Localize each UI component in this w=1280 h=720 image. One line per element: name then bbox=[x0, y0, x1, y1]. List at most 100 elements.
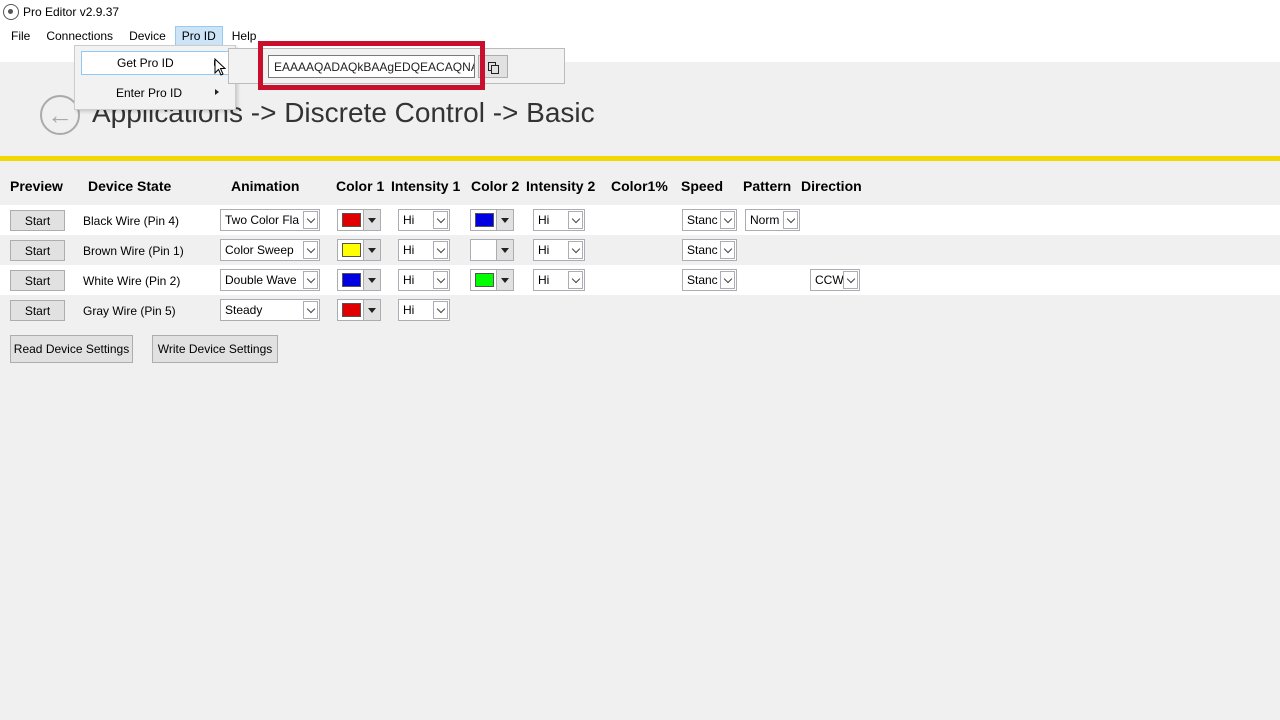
color1-swatch bbox=[342, 273, 361, 287]
color2-picker[interactable] bbox=[470, 209, 514, 231]
copy-icon bbox=[488, 61, 499, 74]
menu-device[interactable]: Device bbox=[122, 26, 173, 46]
animation-value: Color Sweep bbox=[225, 243, 294, 257]
intensity2-value: Hi bbox=[538, 273, 550, 287]
animation-value: Two Color Fla bbox=[225, 213, 300, 227]
write-device-settings-button[interactable]: Write Device Settings bbox=[152, 335, 278, 363]
color2-swatch bbox=[475, 243, 494, 257]
device-state-label: Brown Wire (Pin 1) bbox=[83, 244, 184, 258]
dropdown-arrow-icon bbox=[363, 300, 380, 320]
menu-connections[interactable]: Connections bbox=[39, 26, 120, 46]
menu-pro-id[interactable]: Pro ID bbox=[174, 26, 223, 46]
color2-picker[interactable] bbox=[470, 239, 514, 261]
start-button[interactable]: Start bbox=[10, 270, 65, 291]
chevron-down-icon bbox=[303, 301, 318, 319]
color2-picker[interactable] bbox=[470, 269, 514, 291]
color1-picker[interactable] bbox=[337, 299, 381, 321]
pro-id-dropdown: Get Pro ID Enter Pro ID bbox=[74, 45, 236, 110]
window-title: Pro Editor v2.9.37 bbox=[23, 5, 120, 19]
color1-swatch bbox=[342, 213, 361, 227]
color2-swatch bbox=[475, 213, 494, 227]
menu-item-label: Enter Pro ID bbox=[116, 86, 183, 100]
col-header-speed: Speed bbox=[681, 178, 724, 194]
start-button[interactable]: Start bbox=[10, 210, 65, 231]
intensity2-select[interactable]: Hi bbox=[533, 239, 585, 261]
col-header-intensity1: Intensity 1 bbox=[391, 178, 461, 194]
table-row-stripe bbox=[0, 265, 1280, 295]
chevron-down-icon bbox=[720, 271, 735, 289]
chevron-down-icon bbox=[433, 271, 448, 289]
direction-value: CCW bbox=[815, 273, 843, 287]
start-button[interactable]: Start bbox=[10, 300, 65, 321]
intensity1-value: Hi bbox=[403, 303, 415, 317]
device-state-label: Black Wire (Pin 4) bbox=[83, 214, 180, 228]
animation-select[interactable]: Double Wave bbox=[220, 269, 320, 291]
app-gear-icon bbox=[3, 4, 19, 20]
title-bar: Pro Editor v2.9.37 bbox=[0, 0, 1280, 24]
color1-picker[interactable] bbox=[337, 269, 381, 291]
menu-item-get-pro-id[interactable]: Get Pro ID bbox=[81, 51, 231, 75]
start-button[interactable]: Start bbox=[10, 240, 65, 261]
col-header-intensity2: Intensity 2 bbox=[526, 178, 596, 194]
intensity2-value: Hi bbox=[538, 213, 550, 227]
chevron-down-icon bbox=[433, 301, 448, 319]
dropdown-arrow-icon bbox=[363, 270, 380, 290]
color1-picker[interactable] bbox=[337, 239, 381, 261]
table-row-stripe bbox=[0, 205, 1280, 235]
menu-file[interactable]: File bbox=[4, 26, 37, 46]
intensity1-select[interactable]: Hi bbox=[398, 299, 450, 321]
copy-button[interactable] bbox=[478, 55, 508, 78]
intensity2-select[interactable]: Hi bbox=[533, 269, 585, 291]
intensity1-select[interactable]: Hi bbox=[398, 209, 450, 231]
intensity1-select[interactable]: Hi bbox=[398, 239, 450, 261]
chevron-down-icon bbox=[303, 241, 318, 259]
chevron-down-icon bbox=[433, 211, 448, 229]
device-state-label: Gray Wire (Pin 5) bbox=[83, 304, 176, 318]
chevron-down-icon bbox=[303, 211, 318, 229]
color2-swatch bbox=[475, 273, 494, 287]
read-device-settings-button[interactable]: Read Device Settings bbox=[10, 335, 133, 363]
col-header-color1: Color 1 bbox=[336, 178, 385, 194]
dropdown-arrow-icon bbox=[496, 270, 513, 290]
speed-select[interactable]: Stanc bbox=[682, 209, 737, 231]
dropdown-arrow-icon bbox=[363, 210, 380, 230]
pattern-value: Norm bbox=[750, 213, 780, 227]
mouse-cursor-icon bbox=[214, 58, 226, 76]
submenu-arrow-icon bbox=[215, 89, 219, 95]
col-header-device-state: Device State bbox=[88, 178, 172, 194]
chevron-down-icon bbox=[843, 271, 858, 289]
intensity1-value: Hi bbox=[403, 243, 415, 257]
animation-value: Steady bbox=[225, 303, 263, 317]
speed-select[interactable]: Stanc bbox=[682, 239, 737, 261]
chevron-down-icon bbox=[568, 211, 583, 229]
color1-swatch bbox=[342, 303, 361, 317]
animation-select[interactable]: Two Color Fla bbox=[220, 209, 320, 231]
col-header-color2: Color 2 bbox=[471, 178, 520, 194]
intensity1-select[interactable]: Hi bbox=[398, 269, 450, 291]
menu-item-label: Get Pro ID bbox=[117, 56, 174, 70]
dropdown-arrow-icon bbox=[496, 210, 513, 230]
chevron-down-icon bbox=[568, 241, 583, 259]
chevron-down-icon bbox=[568, 271, 583, 289]
direction-select[interactable]: CCW bbox=[810, 269, 860, 291]
col-header-direction: Direction bbox=[801, 178, 862, 194]
menu-help[interactable]: Help bbox=[225, 26, 264, 46]
speed-value: Stanc bbox=[687, 213, 718, 227]
intensity2-select[interactable]: Hi bbox=[533, 209, 585, 231]
pro-id-field[interactable]: EAAAAQADAQkBAAgEDQEACAQNAC bbox=[268, 55, 475, 78]
intensity1-value: Hi bbox=[403, 273, 415, 287]
menu-item-enter-pro-id[interactable]: Enter Pro ID bbox=[81, 81, 231, 105]
col-header-animation: Animation bbox=[231, 178, 300, 194]
col-header-pattern: Pattern bbox=[743, 178, 792, 194]
chevron-down-icon bbox=[433, 241, 448, 259]
animation-select[interactable]: Steady bbox=[220, 299, 320, 321]
speed-value: Stanc bbox=[687, 273, 718, 287]
animation-select[interactable]: Color Sweep bbox=[220, 239, 320, 261]
pattern-select[interactable]: Norm bbox=[745, 209, 800, 231]
color1-swatch bbox=[342, 243, 361, 257]
intensity1-value: Hi bbox=[403, 213, 415, 227]
dropdown-arrow-icon bbox=[496, 240, 513, 260]
speed-select[interactable]: Stanc bbox=[682, 269, 737, 291]
color1-picker[interactable] bbox=[337, 209, 381, 231]
chevron-down-icon bbox=[720, 241, 735, 259]
